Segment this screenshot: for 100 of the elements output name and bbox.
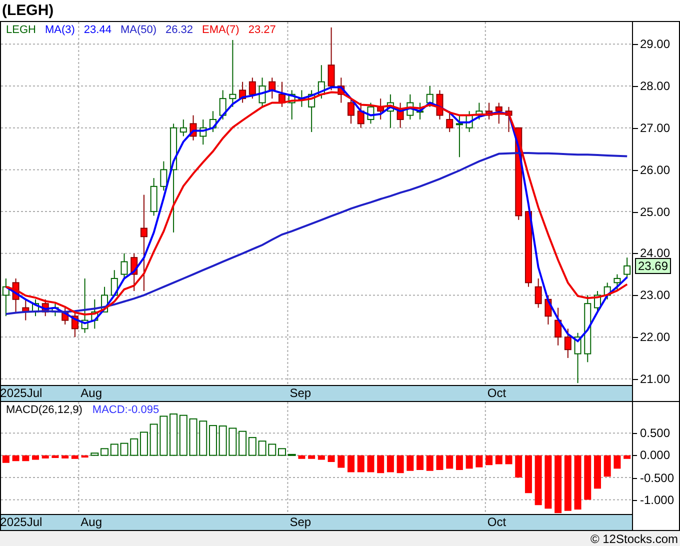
histogram-bar — [396, 455, 404, 474]
date-label: Sep — [290, 515, 312, 530]
histogram-bar — [179, 414, 188, 456]
histogram-bar — [406, 455, 414, 471]
histogram-bar — [524, 455, 532, 494]
axis-label: 29.00 — [640, 38, 670, 50]
indicator-label: EMA(7) — [202, 25, 240, 36]
candlestick — [328, 26, 335, 91]
candlestick — [348, 98, 355, 124]
indicator-label: MA(50) — [120, 25, 157, 36]
histogram-bar — [338, 455, 345, 468]
histogram-bar — [386, 455, 394, 472]
histogram-bar — [160, 416, 168, 456]
axis-label: 28.00 — [640, 80, 670, 92]
histogram-bar — [466, 455, 473, 469]
credit-text: © 12Stocks.com — [590, 532, 678, 544]
histogram-bar — [52, 455, 59, 458]
histogram-bar — [446, 455, 454, 469]
histogram-bar — [62, 455, 69, 458]
histogram-bar — [416, 455, 424, 470]
axis-label: 0.000 — [640, 449, 670, 462]
date-label: Sep — [290, 386, 312, 402]
histogram-bar — [328, 455, 335, 462]
histogram-bar — [624, 455, 631, 459]
indicator-label: MACD(26,12,9) — [6, 405, 82, 416]
date-label: Aug — [80, 515, 102, 530]
date-label: 2025Jul — [0, 386, 42, 402]
indicator-value: 23.44 — [84, 25, 112, 36]
histogram-bar — [505, 455, 512, 464]
histogram-bar — [436, 455, 444, 470]
histogram-bar — [604, 455, 611, 477]
histogram-bar — [199, 420, 208, 456]
histogram-bar — [278, 448, 286, 456]
histogram-bar — [476, 455, 483, 468]
axis-label: 25.00 — [640, 206, 670, 218]
date-label: Oct — [487, 515, 506, 530]
chart-title: (LEGH) — [2, 3, 54, 18]
histogram-bar — [357, 455, 364, 472]
histogram-bar — [238, 430, 247, 456]
histogram-bar — [140, 432, 148, 456]
histogram-bar — [456, 455, 463, 470]
histogram-bar — [32, 455, 39, 460]
axis-label: -1.000 — [640, 494, 674, 506]
histogram-bar — [42, 455, 49, 458]
date-label: Oct — [487, 386, 506, 402]
histogram-bar — [248, 437, 256, 456]
histogram-bar — [90, 452, 99, 456]
date-label: Aug — [80, 386, 102, 402]
ticker-label: LEGH — [6, 25, 36, 36]
histogram-bar — [564, 455, 572, 511]
histogram-bar — [81, 455, 88, 458]
date-label: 2025Jul — [0, 515, 42, 530]
histogram-bar — [12, 455, 20, 462]
histogram-bar — [170, 414, 178, 456]
candlestick — [495, 102, 502, 124]
candlestick — [120, 252, 128, 279]
axis-label: 27.00 — [640, 122, 670, 134]
axis-label: -0.500 — [640, 472, 674, 484]
histogram-bar — [71, 455, 78, 459]
histogram-bar — [22, 455, 30, 462]
candlestick — [140, 194, 148, 292]
candlestick — [180, 118, 187, 137]
candlestick — [219, 90, 226, 120]
histogram-bar — [228, 428, 237, 456]
indicator-value: 26.32 — [166, 25, 194, 36]
candlestick — [564, 328, 572, 358]
axis-label: 0.500 — [640, 427, 670, 440]
histogram-bar — [486, 455, 493, 466]
indicator-value: MACD:-0.095 — [92, 405, 160, 416]
histogram-bar — [426, 455, 434, 471]
histogram-bar — [614, 455, 621, 469]
histogram-bar — [130, 438, 138, 456]
histogram-bar — [544, 455, 552, 509]
candlestick — [248, 77, 256, 100]
histogram-bar — [554, 455, 562, 514]
histogram-bar — [574, 455, 582, 510]
histogram-bar — [268, 444, 276, 456]
candlestick — [614, 274, 621, 292]
candlestick — [229, 39, 236, 108]
histogram-bar — [2, 455, 10, 463]
histogram-bar — [288, 454, 296, 456]
axis-label: 24.00 — [640, 247, 670, 260]
histogram-bar — [348, 455, 354, 472]
histogram-bar — [515, 455, 522, 478]
histogram-bar — [318, 455, 325, 460]
histogram-bar — [367, 455, 374, 472]
histogram-bar — [298, 455, 306, 459]
histogram-bar — [594, 455, 601, 489]
histogram-bar — [120, 442, 128, 456]
indicator-value: 23.27 — [248, 25, 276, 36]
candlestick — [534, 278, 542, 308]
indicator-label: MA(3) — [44, 25, 75, 36]
histogram-bar — [308, 455, 316, 459]
candlestick — [160, 160, 168, 192]
histogram-bar — [584, 455, 592, 500]
candlestick — [357, 102, 364, 128]
histogram-bar — [495, 455, 502, 464]
axis-label: 22.00 — [640, 331, 670, 344]
candlestick — [624, 257, 631, 279]
histogram-bar — [208, 425, 217, 456]
